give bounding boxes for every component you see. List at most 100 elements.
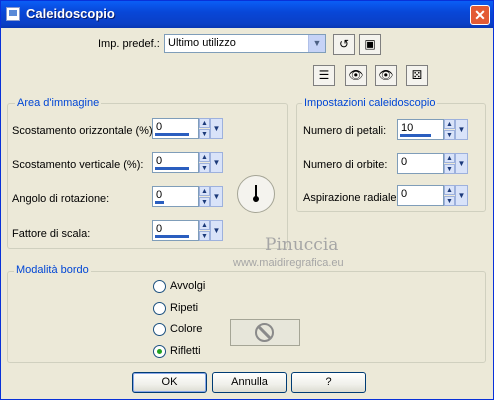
border-mode-legend: Modalità bordo <box>14 264 91 276</box>
spin-down-icon[interactable]: ▼ <box>199 231 210 241</box>
petals-value: 10 <box>401 122 414 134</box>
preset-select[interactable]: Ultimo utilizzo ▼ <box>164 34 326 53</box>
save-preset-icon: ▣ <box>364 37 376 51</box>
spin-down-icon[interactable]: ▼ <box>444 196 455 206</box>
radio-color[interactable] <box>153 323 166 336</box>
petals-bar <box>400 134 431 137</box>
proof-button[interactable]: 👁 <box>345 65 367 86</box>
spin-up-icon[interactable]: ▲ <box>199 186 210 196</box>
spin-down-icon[interactable]: ▼ <box>199 197 210 207</box>
chevron-down-icon: ▼ <box>457 191 466 200</box>
spin-up-icon[interactable]: ▲ <box>444 153 455 163</box>
spin-up-icon[interactable]: ▲ <box>444 185 455 195</box>
spin-up-icon[interactable]: ▲ <box>444 119 455 129</box>
title-bar[interactable]: Caleidoscopio ✕ <box>1 1 493 28</box>
window-title: Caleidoscopio <box>26 6 115 21</box>
vertical-offset-label: Scostamento verticale (%): <box>12 159 144 171</box>
dialog-settings-icon: ☰ <box>318 68 330 82</box>
horizontal-offset-value: 0 <box>156 121 163 133</box>
spin-down-icon[interactable]: ▼ <box>199 129 210 139</box>
preset-value: Ultimo utilizzo <box>168 37 236 49</box>
radial-suction-spinner[interactable]: ▲ ▼ <box>444 185 455 206</box>
scale-factor-label: Fattore di scala: <box>12 228 91 240</box>
rotation-angle-input[interactable]: 0 <box>152 186 199 207</box>
radial-suction-input[interactable]: 0 <box>397 185 444 206</box>
petals-label: Numero di petali: <box>303 125 387 137</box>
radio-reflect-label[interactable]: Rifletti <box>170 345 201 357</box>
petals-dropdown[interactable]: ▼ <box>455 119 468 140</box>
vertical-offset-input[interactable]: 0 <box>152 152 199 173</box>
reset-icon: ↺ <box>338 37 350 51</box>
border-color-swatch[interactable] <box>230 319 300 346</box>
scale-factor-input[interactable]: 0 <box>152 220 199 241</box>
watermark-url: www.maidiregrafica.eu <box>233 257 344 269</box>
vertical-offset-dropdown[interactable]: ▼ <box>210 152 223 173</box>
rotation-angle-label: Angolo di rotazione: <box>12 193 110 205</box>
rotation-angle-value: 0 <box>156 189 163 201</box>
spin-down-icon[interactable]: ▼ <box>444 164 455 174</box>
petals-input[interactable]: 10 <box>397 119 444 140</box>
scale-factor-bar <box>155 235 189 238</box>
watermark-name: Pinuccia <box>265 235 339 255</box>
scale-factor-value: 0 <box>156 223 163 235</box>
no-color-icon <box>255 323 274 342</box>
radial-suction-dropdown[interactable]: ▼ <box>455 185 468 206</box>
horizontal-offset-label: Scostamento orizzontale (%): <box>12 125 156 137</box>
dialog-window: Caleidoscopio ✕ Imp. predef.: Ultimo uti… <box>0 0 494 400</box>
auto-proof-button[interactable]: 👁 <box>375 65 397 86</box>
rotation-angle-dropdown[interactable]: ▼ <box>210 186 223 207</box>
auto-proof-icon: 👁 <box>378 68 394 82</box>
radio-reflect[interactable] <box>153 345 166 358</box>
chevron-down-icon: ▼ <box>212 226 221 235</box>
radio-wrap-label[interactable]: Avvolgi <box>170 280 205 292</box>
radio-repeat-label[interactable]: Ripeti <box>170 302 198 314</box>
dialog-settings-button[interactable]: ☰ <box>313 65 335 86</box>
radio-color-label[interactable]: Colore <box>170 323 202 335</box>
petals-spinner[interactable]: ▲ ▼ <box>444 119 455 140</box>
horizontal-offset-spinner[interactable]: ▲ ▼ <box>199 118 210 139</box>
vertical-offset-bar <box>155 167 189 170</box>
spin-up-icon[interactable]: ▲ <box>199 118 210 128</box>
border-mode-group <box>7 271 486 363</box>
radio-wrap[interactable] <box>153 280 166 293</box>
orbits-input[interactable]: 0 <box>397 153 444 174</box>
horizontal-offset-dropdown[interactable]: ▼ <box>210 118 223 139</box>
orbits-dropdown[interactable]: ▼ <box>455 153 468 174</box>
spin-up-icon[interactable]: ▲ <box>199 152 210 162</box>
chevron-down-icon: ▼ <box>457 125 466 134</box>
vertical-offset-spinner[interactable]: ▲ ▼ <box>199 152 210 173</box>
chevron-down-icon: ▼ <box>212 124 221 133</box>
save-preset-button[interactable]: ▣ <box>359 34 381 55</box>
rotation-angle-spinner[interactable]: ▲ ▼ <box>199 186 210 207</box>
scale-factor-spinner[interactable]: ▲ ▼ <box>199 220 210 241</box>
orbits-label: Numero di orbite: <box>303 159 388 171</box>
chevron-down-icon: ▼ <box>457 159 466 168</box>
kaleidoscope-settings-legend: Impostazioni caleidoscopio <box>302 97 438 109</box>
reset-button[interactable]: ↺ <box>333 34 355 55</box>
chevron-down-icon: ▼ <box>308 35 325 52</box>
horizontal-offset-bar <box>155 133 189 136</box>
scale-factor-dropdown[interactable]: ▼ <box>210 220 223 241</box>
radial-suction-label: Aspirazione radiale: <box>303 192 400 204</box>
spin-up-icon[interactable]: ▲ <box>199 220 210 230</box>
chevron-down-icon: ▼ <box>212 158 221 167</box>
app-icon <box>6 7 20 21</box>
cancel-button[interactable]: Annulla <box>212 372 287 393</box>
help-button[interactable]: ? <box>291 372 366 393</box>
spin-down-icon[interactable]: ▼ <box>199 163 210 173</box>
ok-button[interactable]: OK <box>132 372 207 393</box>
radio-repeat[interactable] <box>153 302 166 315</box>
dial-needle-icon <box>253 185 259 202</box>
rotation-dial[interactable] <box>237 175 275 213</box>
spin-down-icon[interactable]: ▼ <box>444 130 455 140</box>
chevron-down-icon: ▼ <box>212 192 221 201</box>
image-area-legend: Area d'immagine <box>15 97 102 109</box>
close-button[interactable]: ✕ <box>470 5 490 25</box>
randomize-button[interactable]: ⚄ <box>406 65 428 86</box>
proof-icon: 👁 <box>348 68 364 82</box>
preset-label: Imp. predef.: <box>98 38 160 50</box>
radial-suction-value: 0 <box>401 188 408 200</box>
orbits-spinner[interactable]: ▲ ▼ <box>444 153 455 174</box>
horizontal-offset-input[interactable]: 0 <box>152 118 199 139</box>
randomize-icon: ⚄ <box>411 68 423 82</box>
